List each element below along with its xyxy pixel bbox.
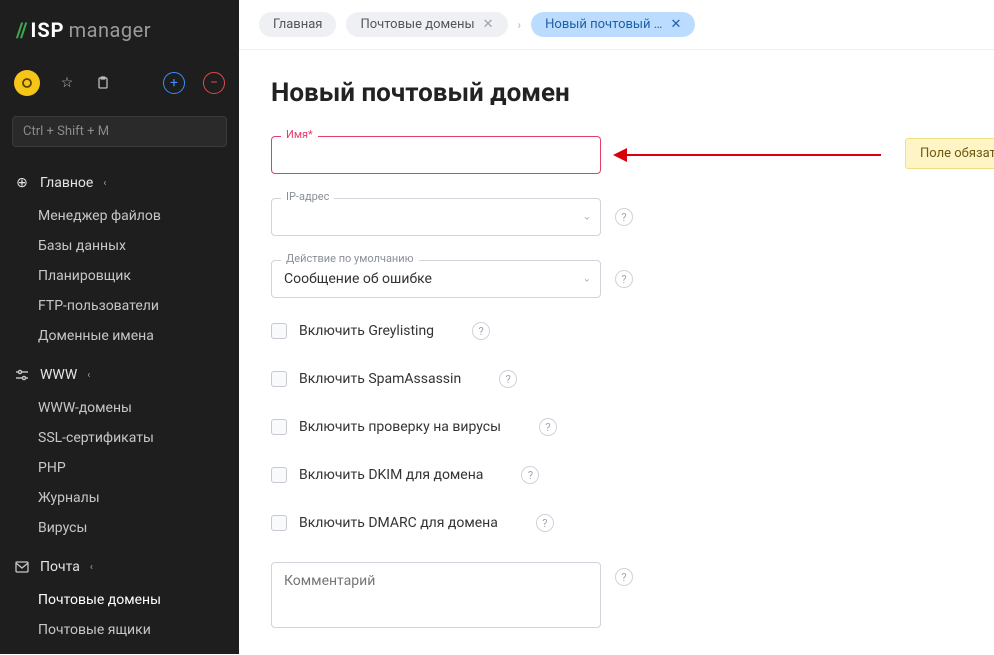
- breadcrumb-home[interactable]: Главная: [259, 12, 336, 37]
- ip-label: IP-адрес: [281, 190, 334, 203]
- chevron-left-icon: ‹: [90, 562, 93, 573]
- close-icon[interactable]: ✕: [483, 17, 494, 32]
- breadcrumb-new-mail-domain[interactable]: Новый почтовый …✕: [531, 12, 695, 37]
- help-icon[interactable]: ?: [536, 514, 554, 532]
- arrow-line-icon: [621, 154, 881, 156]
- field-ip: IP-адрес ⌄ ?: [271, 198, 962, 236]
- nav-section-main[interactable]: ⊕ Главное ‹: [0, 165, 239, 201]
- sidebar-item-file-manager[interactable]: Менеджер файлов: [0, 201, 239, 231]
- check-dkim: Включить DKIM для домена ?: [271, 466, 962, 484]
- sidebar-item-ssl[interactable]: SSL-сертификаты: [0, 423, 239, 453]
- sidebar-item-scheduler[interactable]: Планировщик: [0, 261, 239, 291]
- sidebar-item-mailboxes[interactable]: Почтовые ящики: [0, 615, 239, 645]
- check-greylisting: Включить Greylisting ?: [271, 322, 962, 340]
- nav: ⊕ Главное ‹ Менеджер файлов Базы данных …: [0, 165, 239, 655]
- remove-icon[interactable]: −: [203, 72, 225, 94]
- coin-icon[interactable]: [14, 70, 40, 96]
- dmarc-checkbox[interactable]: [271, 515, 287, 531]
- sidebar-item-mail-domains[interactable]: Почтовые домены: [0, 585, 239, 615]
- field-name: Имя* Поле обязательно для заполнения ✕: [271, 136, 962, 174]
- chevron-left-icon: ‹: [103, 178, 106, 189]
- help-icon[interactable]: ?: [472, 322, 490, 340]
- sidebar-item-logs[interactable]: Журналы: [0, 483, 239, 513]
- spamassassin-label: Включить SpamAssassin: [299, 371, 461, 387]
- field-comment: ?: [271, 562, 962, 628]
- check-dmarc: Включить DMARC для домена ?: [271, 514, 962, 532]
- logo-slashes-icon: //: [16, 18, 27, 42]
- nav-section-mail[interactable]: Почта ‹: [0, 549, 239, 585]
- clipboard-icon[interactable]: [94, 74, 112, 92]
- chevron-left-icon: ‹: [87, 370, 90, 381]
- star-icon[interactable]: ☆: [58, 74, 76, 92]
- comment-textarea[interactable]: [271, 562, 601, 628]
- add-icon[interactable]: +: [163, 72, 185, 94]
- dkim-label: Включить DKIM для домена: [299, 467, 483, 483]
- sidebar-toolbar: ☆ + −: [0, 62, 239, 110]
- dkim-checkbox[interactable]: [271, 467, 287, 483]
- logo-isp: ISP: [31, 18, 65, 42]
- field-default-action: Сообщение об ошибке Действие по умолчани…: [271, 260, 962, 298]
- chevron-right-icon: ›: [518, 18, 522, 32]
- sidebar-item-domains[interactable]: Доменные имена: [0, 321, 239, 351]
- check-virus: Включить проверку на вирусы ?: [271, 418, 962, 436]
- greylisting-checkbox[interactable]: [271, 323, 287, 339]
- nav-section-label: Почта: [40, 559, 80, 575]
- check-spamassassin: Включить SpamAssassin ?: [271, 370, 962, 388]
- content-area: Новый почтовый домен Имя* Поле обязатель…: [239, 50, 994, 654]
- greylisting-label: Включить Greylisting: [299, 323, 434, 339]
- name-input[interactable]: [271, 136, 601, 174]
- default-action-label: Действие по умолчанию: [281, 252, 419, 265]
- close-icon[interactable]: ✕: [670, 17, 681, 32]
- virus-label: Включить проверку на вирусы: [299, 419, 501, 435]
- sidebar-item-php[interactable]: PHP: [0, 453, 239, 483]
- breadcrumb: Главная Почтовые домены✕ › Новый почтовы…: [239, 0, 994, 50]
- mail-icon: [14, 559, 30, 575]
- nav-section-label: WWW: [40, 367, 77, 383]
- logo: // ISPmanager: [0, 0, 239, 62]
- sidebar-item-ftp-users[interactable]: FTP-пользователи: [0, 291, 239, 321]
- ip-select[interactable]: [271, 198, 601, 236]
- dashboard-icon: ⊕: [14, 175, 30, 191]
- spamassassin-checkbox[interactable]: [271, 371, 287, 387]
- help-icon[interactable]: ?: [615, 270, 633, 288]
- page-title: Новый почтовый домен: [271, 78, 962, 108]
- help-icon[interactable]: ?: [615, 568, 633, 586]
- help-icon[interactable]: ?: [499, 370, 517, 388]
- nav-section-www[interactable]: WWW ‹: [0, 357, 239, 393]
- name-label: Имя*: [281, 128, 318, 141]
- dmarc-label: Включить DMARC для домена: [299, 515, 498, 531]
- main: Главная Почтовые домены✕ › Новый почтовы…: [239, 0, 994, 654]
- sidebar-item-viruses[interactable]: Вирусы: [0, 513, 239, 543]
- sidebar: // ISPmanager ☆ + − Ctrl + Shift + M ⊕ Г…: [0, 0, 239, 654]
- default-action-select[interactable]: Сообщение об ошибке: [271, 260, 601, 298]
- arrow-head-icon: [613, 148, 627, 162]
- sliders-icon: [14, 367, 30, 383]
- sidebar-item-databases[interactable]: Базы данных: [0, 231, 239, 261]
- logo-manager: manager: [69, 18, 151, 42]
- error-tooltip: Поле обязательно для заполнения ✕: [905, 138, 994, 169]
- breadcrumb-mail-domains[interactable]: Почтовые домены✕: [346, 12, 507, 37]
- virus-checkbox[interactable]: [271, 419, 287, 435]
- nav-section-label: Главное: [40, 175, 93, 191]
- help-icon[interactable]: ?: [539, 418, 557, 436]
- search-input[interactable]: Ctrl + Shift + M: [12, 116, 227, 147]
- sidebar-item-www-domains[interactable]: WWW-домены: [0, 393, 239, 423]
- help-icon[interactable]: ?: [521, 466, 539, 484]
- help-icon[interactable]: ?: [615, 208, 633, 226]
